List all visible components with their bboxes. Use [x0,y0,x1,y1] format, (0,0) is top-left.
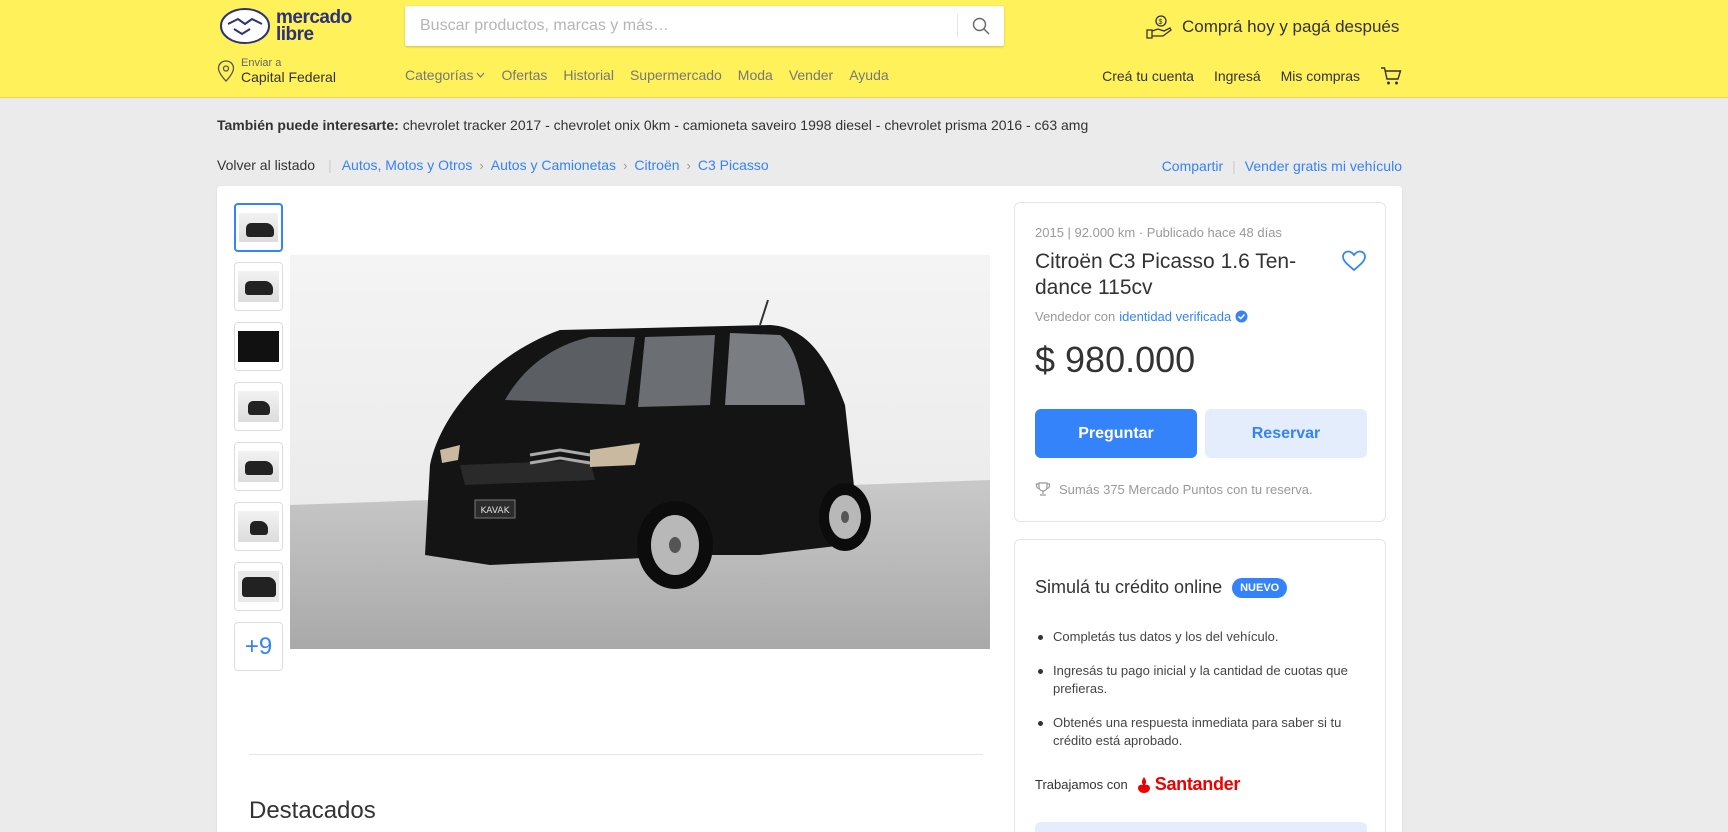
thumbnail-3[interactable] [234,322,283,371]
featured-section-title: Destacados [249,797,376,824]
breadcrumb-item-autos-motos[interactable]: Autos, Motos y Otros [342,157,473,173]
credit-partner: Trabajamos con Santander [1035,774,1240,795]
search-icon [972,17,990,35]
nav-categorias-label: Categorías [405,67,474,83]
thumbnail-6[interactable] [234,502,283,551]
nav-ayuda[interactable]: Ayuda [849,67,888,83]
chevron-down-icon [477,72,485,78]
share-actions: Compartir | Vender gratis mi vehículo [1162,158,1402,174]
related-searches-items[interactable]: chevrolet tracker 2017 - chevrolet onix … [403,117,1089,133]
location-label: Enviar a [241,57,282,69]
logo-text-libre: libre [276,24,314,45]
nav-historial[interactable]: Historial [563,67,614,83]
breadcrumb-item-autos-camionetas[interactable]: Autos y Camionetas [491,157,616,173]
related-searches-label: También puede interesarte: [217,117,399,133]
thumbnail-1[interactable] [234,203,283,252]
breadcrumb: Volver al listado | Autos, Motos y Otros… [217,157,769,173]
seller-prefix: Vendedor con [1035,309,1116,324]
new-badge: NUEVO [1232,577,1288,598]
credit-step: Ingresás tu pago inicial y la cantidad d… [1035,662,1365,698]
nav-vender[interactable]: Vender [789,67,833,83]
related-searches: También puede interesarte: chevrolet tra… [217,117,1088,133]
listing-subtitle: 2015 | 92.000 km · Publicado hace 48 día… [1035,225,1282,240]
points-text: Sumás 375 Mercado Puntos con tu reserva. [1059,481,1313,497]
santander-logo: Santander [1136,774,1240,795]
ask-button[interactable]: Preguntar [1035,409,1197,458]
nav-categorias[interactable]: Categorías [405,67,485,83]
sell-vehicle-link[interactable]: Vender gratis mi vehículo [1245,158,1402,174]
main-photo[interactable]: KAVAK [290,255,990,649]
breadcrumb-divider: | [328,157,332,173]
category-nav: Categorías Ofertas Historial Supermercad… [405,67,889,83]
partner-label: Trabajamos con [1035,777,1128,792]
share-link[interactable]: Compartir [1162,158,1223,174]
seller-verification: Vendedor con identidad verificada [1035,309,1248,324]
hand-coin-icon: $ [1146,15,1172,39]
location-selector[interactable]: Enviar a Capital Federal [217,56,357,86]
cart-icon[interactable] [1380,66,1402,86]
chevron-right-icon: › [479,157,484,173]
points-info: Sumás 375 Mercado Puntos con tu reserva. [1035,481,1313,497]
verified-identity-link[interactable]: identidad verificada [1119,309,1231,324]
santander-flame-icon [1137,776,1150,793]
verified-badge-icon [1235,310,1248,323]
nav-supermercado[interactable]: Supermercado [630,67,722,83]
credit-steps: Completás tus datos y los del vehículo. … [1035,628,1365,766]
credit-header: Simulá tu crédito online NUEVO [1035,577,1288,598]
more-photos-button[interactable]: +9 [234,622,283,671]
heart-icon[interactable] [1341,250,1367,272]
thumbnail-7[interactable] [234,562,283,611]
listing-title: Citroën C3 Picasso 1.6 Ten-dance 115cv [1035,250,1297,299]
credit-step: Completás tus datos y los del vehículo. [1035,628,1365,646]
user-nav: Creá tu cuenta Ingresá Mis compras [1102,66,1402,86]
share-divider: | [1232,158,1236,174]
mercadolibre-logo[interactable]: mercado libre [220,7,356,47]
listing-summary: 2015 | 92.000 km · Publicado hace 48 día… [1014,202,1386,522]
thumbnail-5[interactable] [234,442,283,491]
search-bar [405,6,1004,46]
simulate-credit-button[interactable] [1035,822,1367,832]
thumbnail-4[interactable] [234,382,283,431]
login-link[interactable]: Ingresá [1214,68,1261,84]
location-value: Capital Federal [241,69,336,85]
nav-moda[interactable]: Moda [738,67,773,83]
search-button[interactable] [958,6,1004,46]
nav-ofertas[interactable]: Ofertas [501,67,547,83]
section-divider [249,754,983,755]
credit-simulator: Simulá tu crédito online NUEVO Completás… [1014,539,1386,832]
promo-banner[interactable]: $ Comprá hoy y pagá después [1146,14,1399,40]
svg-text:$: $ [1159,19,1163,26]
back-to-list-link[interactable]: Volver al listado [217,157,315,173]
search-input[interactable] [405,6,957,46]
breadcrumb-item-c3-picasso[interactable]: C3 Picasso [698,157,769,173]
location-pin-icon [217,60,235,82]
breadcrumb-item-citroen[interactable]: Citroën [634,157,679,173]
promo-text: Comprá hoy y pagá después [1182,17,1400,36]
credit-title: Simulá tu crédito online [1035,577,1223,597]
chevron-right-icon: › [623,157,628,173]
credit-step: Obtenés una respuesta inmediata para sab… [1035,714,1365,750]
santander-wordmark: Santander [1154,774,1241,794]
thumbnail-2[interactable] [234,262,283,311]
chevron-right-icon: › [686,157,691,173]
reserve-button[interactable]: Reservar [1205,409,1367,458]
listing-price: $ 980.000 [1035,339,1196,380]
license-plate: KAVAK [481,506,511,516]
my-purchases-link[interactable]: Mis compras [1281,68,1360,84]
create-account-link[interactable]: Creá tu cuenta [1102,68,1194,84]
top-header: mercado libre $ Comprá hoy y pagá despué… [0,0,1728,98]
trophy-icon [1035,482,1051,496]
